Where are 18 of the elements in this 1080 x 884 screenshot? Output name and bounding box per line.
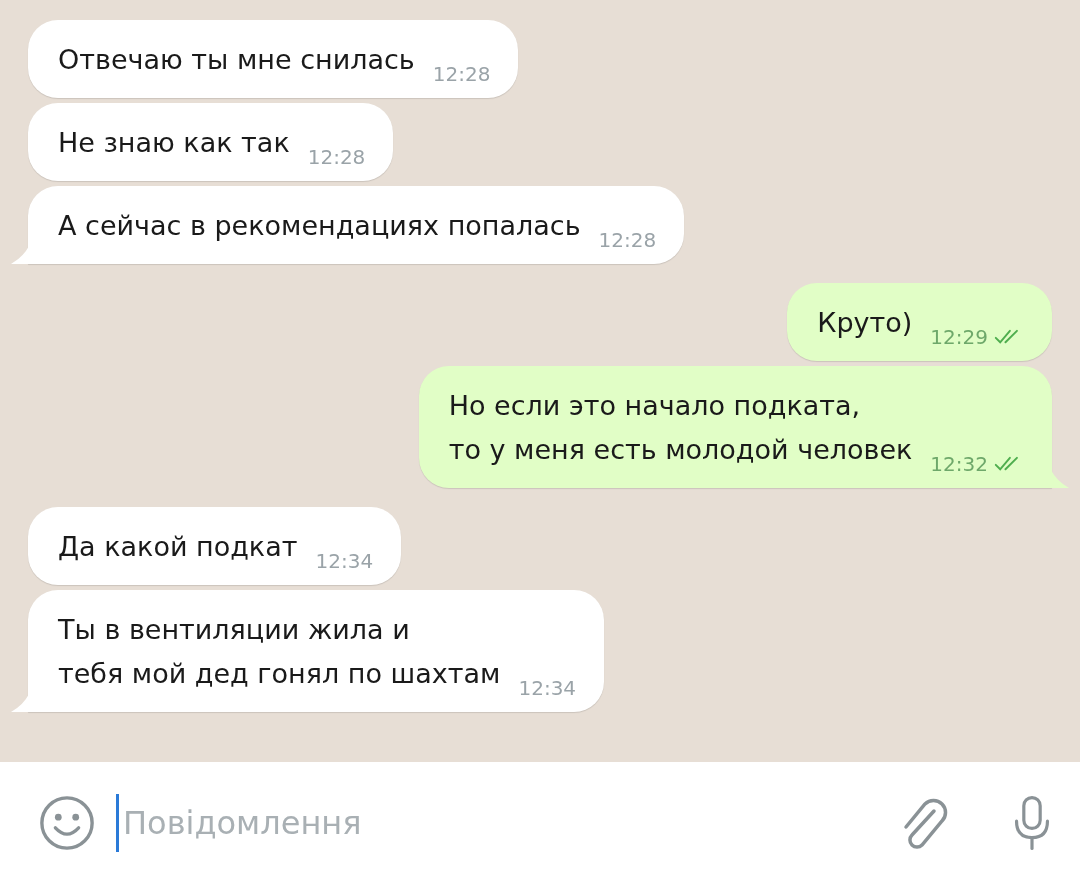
message-time: 12:34: [518, 676, 577, 700]
message-text: Круто): [817, 306, 913, 340]
message-time: 12:28: [598, 228, 657, 252]
message-time: 12:34: [315, 549, 374, 573]
message-input-field[interactable]: Повідомлення: [116, 794, 872, 852]
message-time: 12:29: [930, 325, 988, 349]
message-text: Ты в вентиляции жила и тебя мой дед гонял по шахтам: [58, 613, 501, 691]
message-text: Не знаю как так: [58, 126, 290, 160]
message-text: Но если это начало подката, то у меня есть молодой человек: [448, 389, 913, 467]
message-text: Отвечаю ты мне снилась: [58, 43, 415, 77]
message-time: 12:32: [930, 452, 988, 476]
message-text: А сейчас в рекомендациях попалась: [58, 209, 581, 243]
message-time: 12:28: [307, 145, 366, 169]
message-composer[interactable]: Повідомлення: [0, 762, 1080, 884]
emoji-icon[interactable]: [38, 794, 96, 852]
message-time: 12:28: [432, 62, 491, 86]
microphone-icon[interactable]: [1012, 793, 1052, 853]
message-text: Да какой подкат: [58, 530, 298, 564]
